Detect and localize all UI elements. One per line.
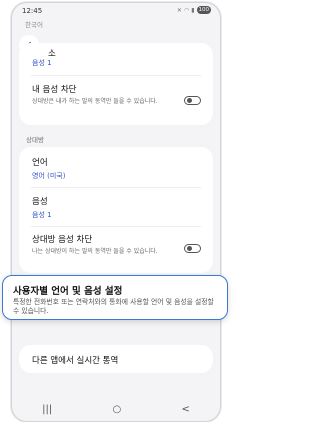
section-label-other-party: 상대방 <box>26 136 44 144</box>
voice-value: 음성 1 <box>32 59 52 67</box>
status-bar: 12:45 ✕ ◠ ▮ 100 <box>12 3 220 19</box>
block-other-voice-row[interactable]: 상대방 음성 차단 나는 상대방이 하는 말의 동역만 들을 수 있습니다. <box>32 233 177 256</box>
voice-value-row[interactable]: 음성 1 <box>32 58 52 68</box>
status-time: 12:45 <box>22 7 43 15</box>
home-button[interactable]: ○ <box>112 404 121 415</box>
nav-back-button[interactable]: < <box>181 404 189 415</box>
other-language-title: 언어 <box>32 158 48 168</box>
block-other-voice-desc: 나는 상대방이 하는 말의 동역만 들을 수 있습니다. <box>32 248 158 255</box>
block-my-voice-desc: 상대방은 내가 하는 말의 동역만 들을 수 있습니다. <box>32 98 158 105</box>
block-other-voice-title: 상대방 음성 차단 <box>32 235 93 245</box>
block-other-voice-toggle[interactable] <box>184 244 201 253</box>
block-my-voice-toggle[interactable] <box>184 96 201 105</box>
phone-frame: 12:45 ✕ ◠ ▮ 100 한국어 ‹ 소 음성 1 내 음성 차단 상대방… <box>11 2 221 422</box>
other-language-value: 영어 (미국) <box>32 172 66 180</box>
other-voice-value: 음성 1 <box>32 211 52 219</box>
callout-title: 사용자별 언어 및 음성 설정 <box>13 286 123 297</box>
callout-description: 특정한 전화번호 또는 연락처와의 통화에 사용할 언어 및 음성을 설정할 수… <box>13 298 214 316</box>
highlight-callout[interactable]: 사용자별 언어 및 음성 설정 특정한 전화번호 또는 연락처와의 통화에 사용… <box>2 275 228 320</box>
other-language-row[interactable]: 언어 영어 (미국) <box>32 156 65 181</box>
other-apps-card[interactable]: 다른 앱에서 실시간 통역 <box>19 345 213 373</box>
divider <box>31 75 201 76</box>
status-icons: ✕ ◠ ▮ 100 <box>177 6 211 14</box>
block-my-voice-title: 내 음성 차단 <box>32 85 77 95</box>
scrolled-setting-value: 한국어 <box>25 21 43 29</box>
navigation-bar: ||| ○ < <box>12 397 220 421</box>
other-voice-row[interactable]: 음성 음성 1 <box>32 195 52 220</box>
battery-badge: 100 <box>196 6 211 14</box>
block-my-voice-row[interactable]: 내 음성 차단 상대방은 내가 하는 말의 동역만 들을 수 있습니다. <box>32 83 177 106</box>
other-voice-title: 음성 <box>32 197 48 207</box>
my-voice-card: 소 음성 1 내 음성 차단 상대방은 내가 하는 말의 동역만 들을 수 있습… <box>19 43 213 125</box>
silent-icon: ✕ <box>176 6 182 14</box>
wifi-icon: ◠ <box>183 6 190 14</box>
other-apps-row[interactable]: 다른 앱에서 실시간 통역 <box>32 354 118 366</box>
recent-apps-button[interactable]: ||| <box>42 404 52 415</box>
divider <box>31 226 201 227</box>
other-apps-label: 다른 앱에서 실시간 통역 <box>32 356 119 366</box>
signal-icon: ▮ <box>191 6 195 14</box>
other-party-card: 언어 영어 (미국) 음성 음성 1 상대방 음성 차단 나는 상대방이 하는 … <box>19 147 213 273</box>
divider <box>31 187 201 188</box>
